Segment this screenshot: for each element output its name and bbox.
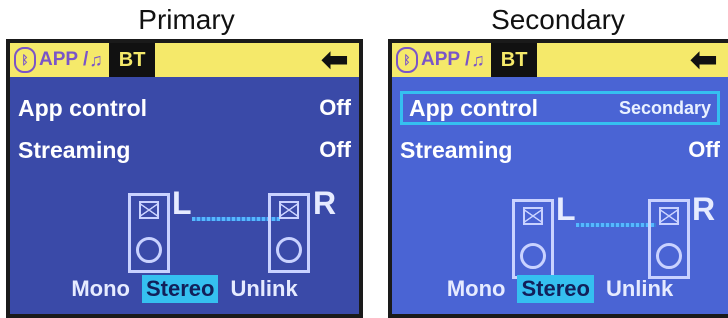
woofer-icon <box>276 237 302 263</box>
right-channel-label: R <box>692 191 716 227</box>
tab-app-source[interactable]: ᛒ APP / ♫ <box>10 43 109 77</box>
streaming-value: Off <box>688 137 720 162</box>
app-control-label: App control <box>409 94 539 121</box>
music-note-icon: ♫ <box>471 49 485 70</box>
tweeter-icon <box>659 207 679 225</box>
app-control-label: App control <box>18 94 148 121</box>
bluetooth-icon: ᛒ <box>396 47 418 73</box>
app-control-row[interactable]: App control Off <box>18 91 351 125</box>
tweeter-icon <box>139 201 159 219</box>
right-speaker-icon <box>648 199 690 279</box>
mode-selector: Mono Stereo Unlink <box>392 272 728 306</box>
tab-group: ᛒ APP / ♫ BT <box>392 43 538 77</box>
tweeter-icon <box>523 207 543 225</box>
streaming-label: Streaming <box>400 136 513 163</box>
right-speaker-icon <box>268 193 310 273</box>
mode-unlink[interactable]: Unlink <box>226 275 301 303</box>
streaming-label: Streaming <box>18 136 131 163</box>
tab-bt-label: BT <box>500 48 528 71</box>
app-control-row[interactable]: App control Secondary <box>400 91 720 125</box>
streaming-row[interactable]: Streaming Off <box>18 133 351 167</box>
left-speaker-icon <box>512 199 554 279</box>
woofer-icon <box>520 243 546 269</box>
woofer-icon <box>136 237 162 263</box>
top-bar: ᛒ APP / ♫ BT ⬅ <box>392 43 728 77</box>
mode-stereo[interactable]: Stereo <box>141 275 219 303</box>
right-channel-label: R <box>313 185 337 221</box>
left-speaker-icon <box>128 193 170 273</box>
top-bar: ᛒ APP / ♫ BT ⬅ <box>10 43 359 77</box>
tab-app-label: APP / <box>39 49 89 70</box>
mode-mono[interactable]: Mono <box>67 275 134 303</box>
mode-selector: Mono Stereo Unlink <box>10 272 359 306</box>
bluetooth-icon: ᛒ <box>14 47 36 73</box>
secondary-caption: Secondary <box>491 4 625 35</box>
app-control-value: Off <box>319 95 351 120</box>
primary-caption: Primary <box>138 4 235 35</box>
primary-display: ᛒ APP / ♫ BT ⬅ App control Off Streaming… <box>6 39 363 318</box>
tab-bt[interactable]: BT <box>490 43 538 77</box>
tweeter-icon <box>279 201 299 219</box>
mode-unlink[interactable]: Unlink <box>602 275 677 303</box>
stereo-link-line <box>192 217 280 221</box>
stereo-link-line <box>576 223 656 227</box>
tab-app-label: APP / <box>421 49 471 70</box>
left-channel-label: L <box>556 191 576 227</box>
streaming-row[interactable]: Streaming Off <box>400 133 720 167</box>
music-note-icon: ♫ <box>89 49 103 70</box>
comparison-stage: Primary Secondary ᛒ APP / ♫ BT ⬅ App con… <box>0 0 728 318</box>
left-channel-label: L <box>172 185 192 221</box>
back-arrow-icon[interactable]: ⬅ <box>321 43 350 77</box>
back-arrow-icon[interactable]: ⬅ <box>690 43 719 77</box>
app-control-value: Secondary <box>618 97 711 118</box>
tab-app-source[interactable]: ᛒ APP / ♫ <box>392 43 491 77</box>
tab-bt-label: BT <box>118 48 146 71</box>
secondary-display: ᛒ APP / ♫ BT ⬅ App control Secondary Str… <box>388 39 728 318</box>
mode-stereo[interactable]: Stereo <box>517 275 594 303</box>
tab-group: ᛒ APP / ♫ BT <box>10 43 156 77</box>
tab-bt[interactable]: BT <box>108 43 156 77</box>
mode-mono[interactable]: Mono <box>443 275 510 303</box>
woofer-icon <box>656 243 682 269</box>
streaming-value: Off <box>319 137 351 162</box>
